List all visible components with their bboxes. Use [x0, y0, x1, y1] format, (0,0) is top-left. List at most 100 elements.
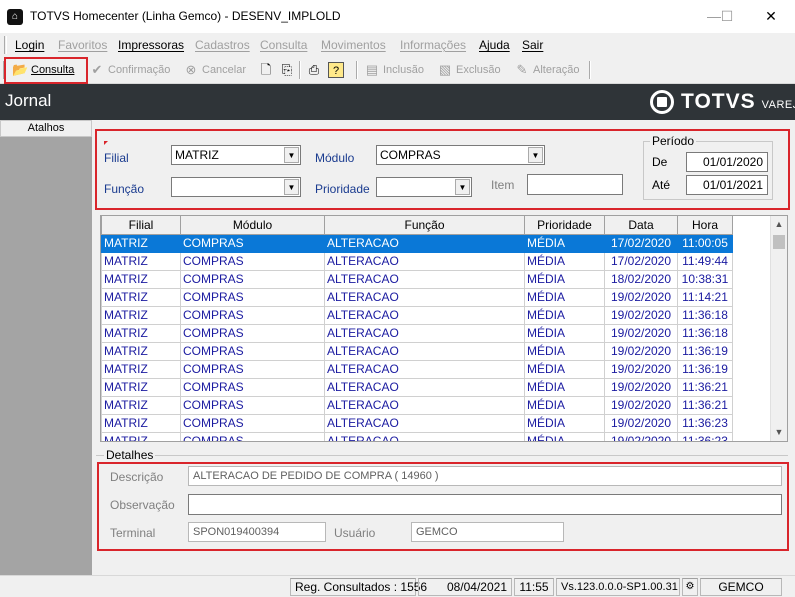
journal-table: Filial Módulo Função Prioridade Data Hor… [101, 216, 733, 441]
scroll-down-icon[interactable]: ▼ [771, 424, 787, 441]
table-row[interactable]: MATRIZ COMPRAS ALTERACAO MÉDIA 19/02/2020 11:… [101, 323, 733, 343]
cell-funcao: ALTERACAO [324, 287, 525, 307]
cell-prioridade: MÉDIA [524, 287, 605, 307]
column-header-funcao[interactable]: Função [324, 216, 525, 235]
cell-hora: 11:49:44 [677, 251, 733, 271]
cancel-icon: ⊗ [185, 62, 197, 77]
cell-modulo: COMPRAS [180, 377, 325, 397]
cell-hora: 11:00:05 [677, 233, 733, 253]
title-bar: ⌂ TOTVS Homecenter (Linha Gemco) - DESEN… [0, 0, 795, 33]
column-header-prioridade[interactable]: Prioridade [524, 216, 605, 235]
cell-data: 19/02/2020 [604, 413, 678, 433]
exclusao-label: Exclusão [456, 64, 501, 76]
cell-hora: 11:36:18 [677, 305, 733, 325]
settings-icon[interactable]: ⚙ [682, 578, 698, 596]
table-row[interactable]: MATRIZ COMPRAS ALTERACAO MÉDIA 19/02/2020 11:… [101, 395, 733, 415]
cell-filial: MATRIZ [101, 431, 181, 441]
exclusao-button[interactable]: ▧ Exclusão [437, 59, 501, 81]
column-header-modulo[interactable]: Módulo [180, 216, 325, 235]
cell-modulo: COMPRAS [180, 395, 325, 415]
menu-bar: Login Favoritos Impressoras Cadastros Co… [0, 33, 795, 57]
menu-login[interactable]: Login [15, 38, 44, 52]
delete-record-icon: ▧ [438, 62, 452, 77]
cell-filial: MATRIZ [101, 395, 181, 415]
help-button[interactable]: ? [328, 59, 347, 81]
new-document-icon: 🗋 [260, 62, 272, 77]
table-row[interactable]: MATRIZ COMPRAS ALTERACAO MÉDIA 19/02/2020 11:… [101, 377, 733, 397]
status-time: 11:55 [514, 578, 554, 596]
edit-record-icon: ✎ [516, 62, 528, 77]
cell-funcao: ALTERACAO [324, 341, 525, 361]
menu-movimentos[interactable]: Movimentos [321, 38, 386, 52]
table-row[interactable]: MATRIZ COMPRAS ALTERACAO MÉDIA 17/02/2020 11:… [101, 233, 733, 253]
cancelar-button[interactable]: ⊗ Cancelar [183, 59, 246, 81]
close-button[interactable]: ✕ [757, 5, 785, 27]
cell-modulo: COMPRAS [180, 359, 325, 379]
alteracao-label: Alteração [533, 64, 580, 76]
confirmacao-button[interactable]: ✔ Confirmação [89, 59, 171, 81]
menu-ajuda[interactable]: Ajuda [479, 38, 510, 52]
cell-hora: 11:36:21 [677, 395, 733, 415]
cell-data: 19/02/2020 [604, 287, 678, 307]
table-row[interactable]: MATRIZ COMPRAS ALTERACAO MÉDIA 19/02/2020 11:… [101, 305, 733, 325]
sidebar-title: Atalhos [0, 120, 92, 137]
confirmacao-label: Confirmação [108, 64, 171, 76]
cell-prioridade: MÉDIA [524, 233, 605, 253]
cell-data: 19/02/2020 [604, 305, 678, 325]
table-row[interactable]: MATRIZ COMPRAS ALTERACAO MÉDIA 19/02/2020 11:… [101, 341, 733, 361]
copy-document-button[interactable]: ⎘ [279, 59, 298, 81]
toolbar-separator [299, 61, 301, 79]
menu-sair[interactable]: Sair [522, 38, 543, 52]
cell-funcao: ALTERACAO [324, 359, 525, 379]
scroll-up-icon[interactable]: ▲ [771, 216, 787, 233]
scroll-thumb[interactable] [773, 235, 785, 249]
table-row[interactable]: MATRIZ COMPRAS ALTERACAO MÉDIA 19/02/2020 11:… [101, 287, 733, 307]
cell-data: 19/02/2020 [604, 341, 678, 361]
cell-funcao: ALTERACAO [324, 251, 525, 271]
table-row[interactable]: MATRIZ COMPRAS ALTERACAO MÉDIA 19/02/2020 11:… [101, 359, 733, 379]
table-row[interactable]: MATRIZ COMPRAS ALTERACAO MÉDIA 19/02/2020 11:… [101, 413, 733, 433]
column-header-filial[interactable]: Filial [101, 216, 181, 235]
menu-favoritos[interactable]: Favoritos [58, 38, 107, 52]
cell-prioridade: MÉDIA [524, 305, 605, 325]
detalhes-label: Detalhes [104, 448, 156, 462]
menu-impressoras[interactable]: Impressoras [118, 38, 184, 52]
cell-modulo: COMPRAS [180, 431, 325, 441]
grid-scrollbar[interactable]: ▲ ▼ [770, 216, 787, 441]
menu-cadastros[interactable]: Cadastros [195, 38, 250, 52]
journal-grid[interactable]: Filial Módulo Função Prioridade Data Hor… [100, 215, 788, 442]
highlight-filters [95, 129, 790, 210]
cell-funcao: ALTERACAO [324, 269, 525, 289]
toolbar-separator [356, 61, 358, 79]
table-row[interactable]: MATRIZ COMPRAS ALTERACAO MÉDIA 19/02/2020 11:… [101, 431, 733, 441]
cell-hora: 11:36:19 [677, 341, 733, 361]
new-document-button[interactable]: 🗋 [258, 59, 277, 81]
menu-informacoes[interactable]: Informações [400, 38, 466, 52]
table-row[interactable]: MATRIZ COMPRAS ALTERACAO MÉDIA 18/02/2020 10:… [101, 269, 733, 289]
cell-prioridade: MÉDIA [524, 395, 605, 415]
cell-data: 18/02/2020 [604, 269, 678, 289]
table-row[interactable]: MATRIZ COMPRAS ALTERACAO MÉDIA 17/02/2020 11:… [101, 251, 733, 271]
cancelar-label: Cancelar [202, 64, 247, 76]
cell-data: 19/02/2020 [604, 323, 678, 343]
status-bar: Reg. Consultados : 1556 08/04/2021 11:55… [0, 575, 795, 597]
status-version: Vs.123.0.0.0-SP1.00.31 [556, 578, 680, 596]
cell-hora: 11:36:21 [677, 377, 733, 397]
status-user: GEMCO [700, 578, 782, 596]
alteracao-button[interactable]: ✎ Alteração [514, 59, 580, 81]
printer-icon: ⎙ [308, 62, 320, 77]
column-header-hora[interactable]: Hora [677, 216, 733, 235]
highlight-consulta [4, 57, 88, 84]
logo-sub: VAREJO [761, 99, 795, 111]
app-icon: ⌂ [7, 9, 23, 25]
menu-consulta[interactable]: Consulta [260, 38, 307, 52]
menu-grip [4, 36, 7, 54]
column-header-data[interactable]: Data [604, 216, 678, 235]
maximize-button[interactable]: ☐ [713, 5, 741, 27]
cell-filial: MATRIZ [101, 233, 181, 253]
print-button[interactable]: ⎙ [306, 59, 325, 81]
cell-hora: 11:36:19 [677, 359, 733, 379]
cell-hora: 11:14:21 [677, 287, 733, 307]
cell-prioridade: MÉDIA [524, 413, 605, 433]
inclusao-button[interactable]: ▤ Inclusão [364, 59, 424, 81]
